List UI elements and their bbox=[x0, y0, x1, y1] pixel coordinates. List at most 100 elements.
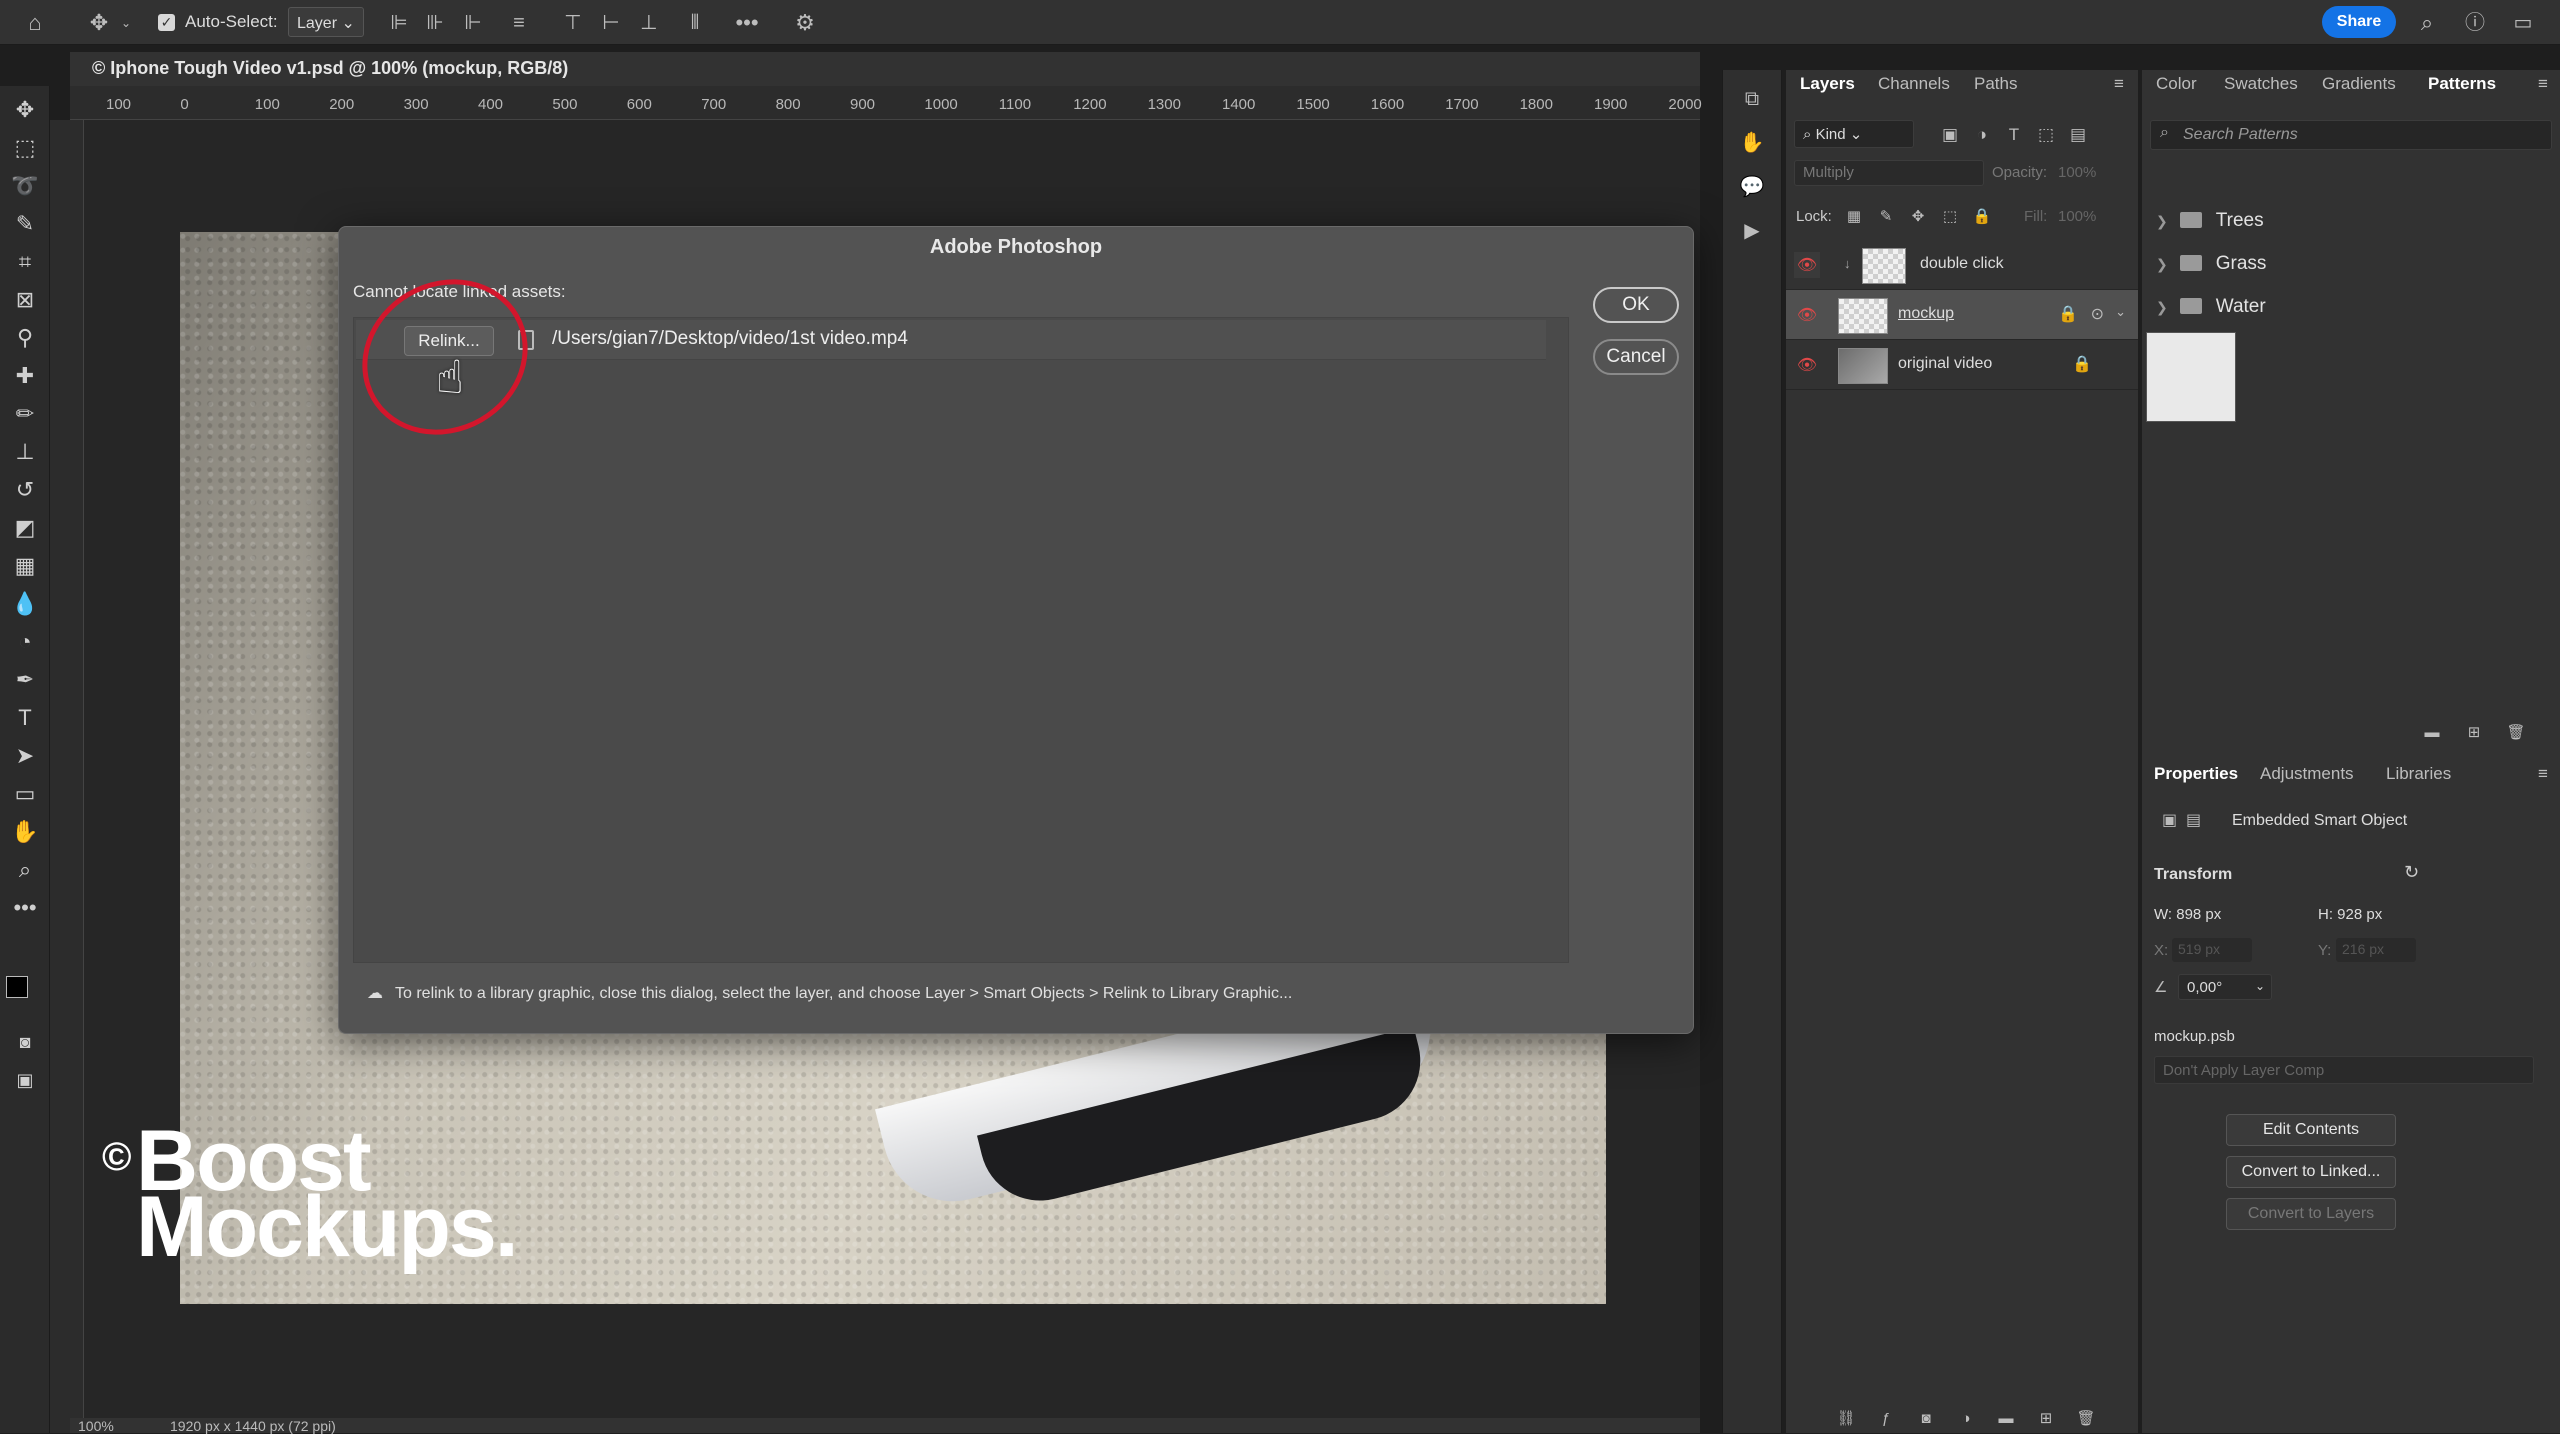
filter-shape-icon[interactable]: ⬚ bbox=[2032, 120, 2060, 148]
pattern-folder-water[interactable]: ❯ Water bbox=[2156, 296, 2266, 318]
lock-position-icon[interactable]: ✥ bbox=[1906, 204, 1930, 228]
edit-contents-button[interactable]: Edit Contents bbox=[2226, 1114, 2396, 1146]
layer-comp-dropdown[interactable]: Don't Apply Layer Comp bbox=[2154, 1056, 2534, 1084]
tab-adjustments[interactable]: Adjustments bbox=[2260, 764, 2354, 784]
reset-transform-icon[interactable]: ↻ bbox=[2404, 862, 2419, 883]
tab-swatches[interactable]: Swatches bbox=[2224, 74, 2298, 94]
history-brush-tool-icon[interactable]: ↺ bbox=[8, 474, 42, 506]
eyedropper-tool-icon[interactable]: ⚲ bbox=[8, 322, 42, 354]
link-layers-icon[interactable]: ⛓ bbox=[1834, 1406, 1858, 1430]
layer-name[interactable]: mockup bbox=[1898, 305, 1954, 323]
pen-tool-icon[interactable]: ✒ bbox=[8, 664, 42, 696]
pattern-folder-trees[interactable]: ❯ Trees bbox=[2156, 210, 2264, 232]
lasso-tool-icon[interactable]: ➰ bbox=[8, 170, 42, 202]
visibility-eye-icon[interactable]: 👁 bbox=[1794, 252, 1820, 278]
cancel-button[interactable]: Cancel bbox=[1593, 339, 1679, 375]
new-group-icon[interactable]: ▬ bbox=[1994, 1406, 2018, 1430]
chevron-right-icon[interactable]: ❯ bbox=[2156, 299, 2168, 315]
distribute-vertical-icon[interactable]: ⫴ bbox=[680, 8, 710, 38]
new-folder-icon[interactable]: ▬ bbox=[2420, 720, 2444, 744]
height-value[interactable]: H: 928 px bbox=[2318, 906, 2382, 923]
align-right-icon[interactable]: ⊩ bbox=[458, 8, 488, 38]
panel-menu-icon[interactable]: ≡ bbox=[2114, 74, 2124, 94]
delete-layer-icon[interactable]: 🗑 bbox=[2074, 1406, 2098, 1430]
healing-brush-tool-icon[interactable]: ✚ bbox=[8, 360, 42, 392]
fill-value[interactable]: 100% bbox=[2058, 208, 2096, 225]
lock-pixels-icon[interactable]: ✎ bbox=[1874, 204, 1898, 228]
align-bottom-icon[interactable]: ⊥ bbox=[634, 8, 664, 38]
brush-settings-icon[interactable]: ✋ bbox=[1737, 128, 1767, 158]
frame-tool-icon[interactable]: ⊠ bbox=[8, 284, 42, 316]
list-item[interactable]: Relink... /Users/gian7/Desktop/video/1st… bbox=[356, 320, 1546, 360]
layer-name[interactable]: original video bbox=[1898, 355, 1992, 373]
tab-patterns[interactable]: Patterns bbox=[2428, 74, 2496, 94]
add-mask-icon[interactable]: ◙ bbox=[1914, 1406, 1938, 1430]
distribute-icon[interactable]: ≡ bbox=[504, 8, 534, 38]
pattern-folder-grass[interactable]: ❯ Grass bbox=[2156, 253, 2266, 275]
adjustment-layer-icon[interactable]: ◑ bbox=[1954, 1406, 1978, 1430]
document-tab[interactable]: © Iphone Tough Video v1.psd @ 100% (mock… bbox=[70, 52, 1700, 86]
rectangle-tool-icon[interactable]: ▭ bbox=[8, 778, 42, 810]
path-select-tool-icon[interactable]: ➤ bbox=[8, 740, 42, 772]
width-value[interactable]: W: 898 px bbox=[2154, 906, 2221, 923]
foreground-color-swatch[interactable] bbox=[6, 976, 28, 998]
filter-image-icon[interactable]: ▣ bbox=[1936, 120, 1964, 148]
chevron-right-icon[interactable]: ❯ bbox=[2156, 213, 2168, 229]
visibility-eye-icon[interactable]: 👁 bbox=[1794, 352, 1820, 378]
help-icon[interactable]: ⓘ bbox=[2460, 8, 2490, 38]
auto-select-checkbox[interactable]: ✓ bbox=[158, 14, 175, 31]
tab-paths[interactable]: Paths bbox=[1974, 74, 2017, 94]
quick-select-tool-icon[interactable]: ✎ bbox=[8, 208, 42, 240]
hand-tool-icon[interactable]: ✋ bbox=[8, 816, 42, 848]
layer-name[interactable]: double click bbox=[1920, 255, 2004, 273]
share-button[interactable]: Share bbox=[2322, 6, 2396, 38]
ok-button[interactable]: OK bbox=[1593, 287, 1679, 323]
play-icon[interactable]: ▶ bbox=[1737, 216, 1767, 246]
layer-row-mockup[interactable]: 👁 mockup 🔒 ⊙ ⌄ bbox=[1786, 290, 2138, 340]
tab-libraries[interactable]: Libraries bbox=[2386, 764, 2451, 784]
lock-transparent-icon[interactable]: ▦ bbox=[1842, 204, 1866, 228]
history-icon[interactable]: ⧉ bbox=[1737, 84, 1767, 114]
y-position-field[interactable]: 216 px bbox=[2336, 938, 2416, 962]
blur-tool-icon[interactable]: 💧 bbox=[8, 588, 42, 620]
chevron-right-icon[interactable]: ❯ bbox=[2156, 256, 2168, 272]
crop-tool-icon[interactable]: ⌗ bbox=[8, 246, 42, 278]
delete-pattern-icon[interactable]: 🗑 bbox=[2504, 720, 2528, 744]
filter-kind-dropdown[interactable]: ⌕ Kind ⌄ bbox=[1794, 120, 1914, 148]
filter-type-icon[interactable]: T bbox=[2000, 120, 2028, 148]
chevron-down-icon[interactable]: ⌄ bbox=[2115, 304, 2126, 320]
convert-to-linked-button[interactable]: Convert to Linked... bbox=[2226, 1156, 2396, 1188]
dodge-tool-icon[interactable]: ◔ bbox=[8, 626, 42, 658]
panel-menu-icon[interactable]: ≡ bbox=[2538, 74, 2548, 94]
convert-to-layers-button[interactable]: Convert to Layers bbox=[2226, 1198, 2396, 1230]
move-tool-icon[interactable]: ✥ bbox=[84, 8, 114, 38]
opacity-value[interactable]: 100% bbox=[2058, 164, 2096, 181]
lock-artboard-icon[interactable]: ⬚ bbox=[1938, 204, 1962, 228]
auto-select-dropdown[interactable]: Layer ⌄ bbox=[288, 7, 364, 37]
layer-row-double-click[interactable]: 👁 ↓ double click bbox=[1786, 240, 2138, 290]
eraser-tool-icon[interactable]: ◩ bbox=[8, 512, 42, 544]
search-icon[interactable]: ⌕ bbox=[2412, 8, 2442, 38]
gear-icon[interactable]: ⚙ bbox=[790, 8, 820, 38]
tab-gradients[interactable]: Gradients bbox=[2322, 74, 2396, 94]
screen-mode-icon[interactable]: ▣ bbox=[8, 1064, 42, 1096]
pattern-swatch[interactable] bbox=[2146, 332, 2236, 422]
align-middle-icon[interactable]: ⊢ bbox=[596, 8, 626, 38]
comments-icon[interactable]: 💬 bbox=[1737, 172, 1767, 202]
marquee-tool-icon[interactable]: ⬚ bbox=[8, 132, 42, 164]
move-tool-icon[interactable]: ✥ bbox=[8, 94, 42, 126]
tab-channels[interactable]: Channels bbox=[1878, 74, 1950, 94]
tab-layers[interactable]: Layers bbox=[1800, 74, 1855, 94]
home-icon[interactable]: ⌂ bbox=[20, 8, 50, 38]
visibility-eye-icon[interactable]: 👁 bbox=[1794, 302, 1820, 328]
x-position-field[interactable]: 519 px bbox=[2172, 938, 2252, 962]
search-patterns-input[interactable]: Search Patterns bbox=[2150, 120, 2552, 150]
new-layer-icon[interactable]: ⊞ bbox=[2034, 1406, 2058, 1430]
align-top-icon[interactable]: ⊤ bbox=[558, 8, 588, 38]
tab-color[interactable]: Color bbox=[2156, 74, 2197, 94]
tab-properties[interactable]: Properties bbox=[2154, 764, 2238, 784]
angle-field[interactable]: 0,00° ⌄ bbox=[2178, 974, 2272, 1000]
more-options-icon[interactable]: ••• bbox=[732, 8, 762, 38]
stamp-tool-icon[interactable]: ⊥ bbox=[8, 436, 42, 468]
gradient-tool-icon[interactable]: ▦ bbox=[8, 550, 42, 582]
